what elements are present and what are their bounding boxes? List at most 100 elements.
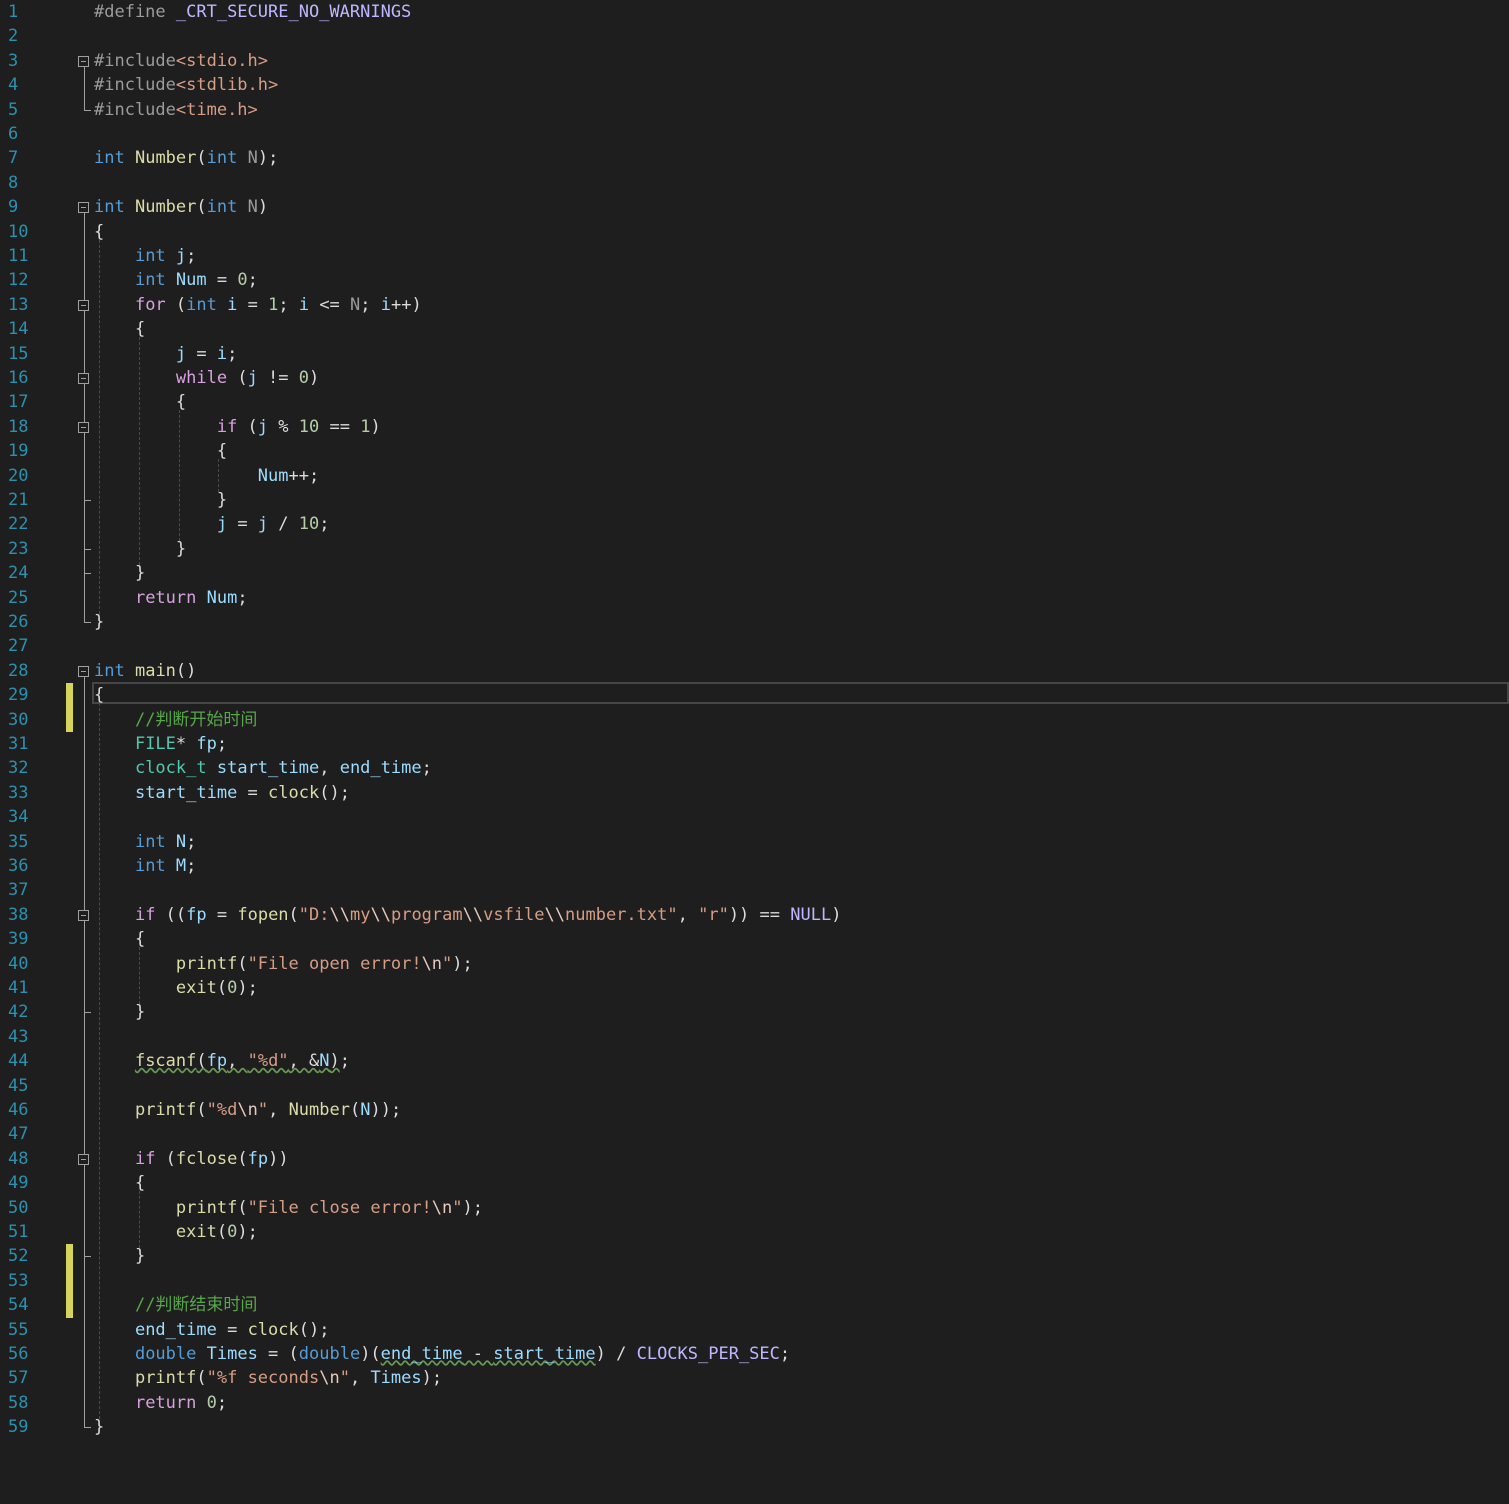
line-number: 42: [8, 1002, 29, 1023]
code-line[interactable]: int N;: [94, 830, 196, 854]
code-line[interactable]: #include<stdio.h>: [94, 49, 268, 73]
code-token: );: [452, 953, 473, 974]
collapse-toggle[interactable]: [78, 665, 89, 677]
code-token: );: [237, 978, 258, 998]
code-token: ": [442, 953, 453, 974]
code-line[interactable]: if ((fp = fopen("D:\\my\\program\\vsfile…: [94, 903, 841, 927]
code-line[interactable]: int Number(int N);: [94, 146, 278, 170]
collapse-toggle[interactable]: [78, 373, 89, 384]
code-line[interactable]: printf("File open error!\n");: [94, 952, 473, 976]
code-line[interactable]: j = j / 10;: [94, 512, 330, 536]
code-token: {: [94, 221, 105, 242]
code-line[interactable]: int Num = 0;: [94, 268, 258, 292]
code-line[interactable]: }: [94, 1244, 145, 1268]
code-line[interactable]: {: [94, 439, 227, 463]
code-token: ;: [247, 270, 258, 291]
code-line[interactable]: end_time = clock();: [94, 1318, 330, 1342]
code-line[interactable]: {: [94, 927, 145, 951]
collapse-toggle[interactable]: [78, 202, 89, 214]
code-token: (: [288, 904, 299, 925]
code-token: while: [175, 368, 228, 388]
code-line[interactable]: start_time = clock();: [94, 781, 350, 805]
code-line[interactable]: int M;: [94, 854, 196, 878]
code-line[interactable]: }: [94, 1000, 145, 1024]
code-line[interactable]: clock_t start_time, end_time;: [94, 756, 432, 780]
code-token: fscanf: [134, 1051, 197, 1072]
code-line[interactable]: return Num;: [94, 586, 248, 610]
collapse-toggle[interactable]: [78, 1153, 89, 1165]
code-token: N: [247, 197, 258, 218]
code-token: );: [421, 1368, 443, 1389]
code-token: \n: [319, 1368, 340, 1389]
code-line[interactable]: printf("%f seconds\n", Times);: [94, 1366, 442, 1390]
code-token: (: [237, 416, 258, 437]
code-token: ,: [268, 1100, 289, 1120]
code-line[interactable]: if (fclose(fp)): [94, 1147, 289, 1171]
code-line[interactable]: int j;: [94, 244, 196, 268]
collapse-toggle[interactable]: [78, 421, 89, 433]
collapse-toggle[interactable]: [78, 55, 89, 67]
code-token: int: [206, 197, 238, 218]
code-line[interactable]: }: [94, 537, 186, 561]
code-line[interactable]: }: [94, 1415, 104, 1439]
code-token: ): [370, 416, 381, 437]
line-number: 29: [8, 685, 29, 706]
code-line[interactable]: #include<time.h>: [94, 98, 258, 122]
code-line[interactable]: {: [94, 220, 104, 244]
code-editor[interactable]: 1 2 3 4 5 6 7 8 9 10 11 12 13 14 15 16 17 18 19 20 21 22 23 24 2…: [0, 0, 1509, 1504]
line-number: 55: [8, 1319, 29, 1340]
code-line[interactable]: {: [94, 1171, 145, 1195]
code-line[interactable]: }: [94, 488, 227, 512]
code-line[interactable]: {: [94, 683, 104, 707]
code-line[interactable]: j = i;: [94, 342, 237, 366]
code-token: i: [380, 294, 392, 315]
code-token: if: [216, 416, 238, 437]
collapse-toggle[interactable]: [78, 909, 89, 921]
line-number: 54: [8, 1295, 29, 1316]
code-token: printf: [134, 1100, 197, 1120]
code-line[interactable]: }: [94, 610, 104, 634]
code-token: ;: [779, 1344, 791, 1364]
code-token: }: [94, 1246, 146, 1267]
line-number: 4: [8, 75, 19, 96]
code-line[interactable]: int main(): [94, 659, 196, 683]
code-token: {: [94, 392, 187, 413]
code-line[interactable]: {: [94, 317, 145, 341]
code-line[interactable]: if (j % 10 == 1): [94, 415, 381, 439]
code-line[interactable]: }: [94, 561, 145, 585]
code-token: = (: [257, 1344, 299, 1364]
code-line[interactable]: double Times = (double)(end_time - start…: [94, 1342, 790, 1366]
collapse-toggle[interactable]: [78, 299, 89, 311]
code-token: printf: [134, 1368, 197, 1389]
code-line[interactable]: return 0;: [94, 1391, 227, 1415]
code-line[interactable]: int Number(int N): [94, 195, 268, 219]
code-line[interactable]: Num++;: [94, 464, 319, 488]
code-line[interactable]: exit(0);: [94, 976, 258, 1000]
code-token: "File open error!: [247, 953, 422, 974]
code-token: exit: [175, 978, 217, 998]
code-token: =: [216, 1319, 248, 1340]
code-token: (: [216, 1222, 228, 1242]
code-line[interactable]: //判断结束时间: [94, 1293, 257, 1317]
code-token: =: [227, 514, 258, 535]
code-line[interactable]: for (int i = 1; i <= N; i++): [94, 293, 422, 317]
code-line[interactable]: printf("File close error!\n");: [94, 1196, 483, 1220]
code-token: end_time: [339, 758, 422, 779]
code-line[interactable]: #define _CRT_SECURE_NO_WARNINGS: [94, 0, 411, 24]
code-line[interactable]: printf("%d\n", Number(N));: [94, 1098, 401, 1122]
code-line[interactable]: while (j != 0): [94, 366, 319, 390]
code-line[interactable]: {: [94, 390, 186, 414]
code-line[interactable]: #include<stdlib.h>: [94, 73, 278, 97]
code-token: );: [237, 1222, 258, 1242]
code-line[interactable]: exit(0);: [94, 1220, 258, 1244]
code-line[interactable]: fscanf(fp, "%d", &N);: [94, 1049, 350, 1073]
code-token: printf: [175, 1197, 238, 1218]
code-line[interactable]: FILE* fp;: [94, 732, 227, 756]
code-token: =: [237, 294, 269, 315]
code-line[interactable]: //判断开始时间: [94, 708, 257, 732]
code-token: }: [94, 1002, 146, 1023]
